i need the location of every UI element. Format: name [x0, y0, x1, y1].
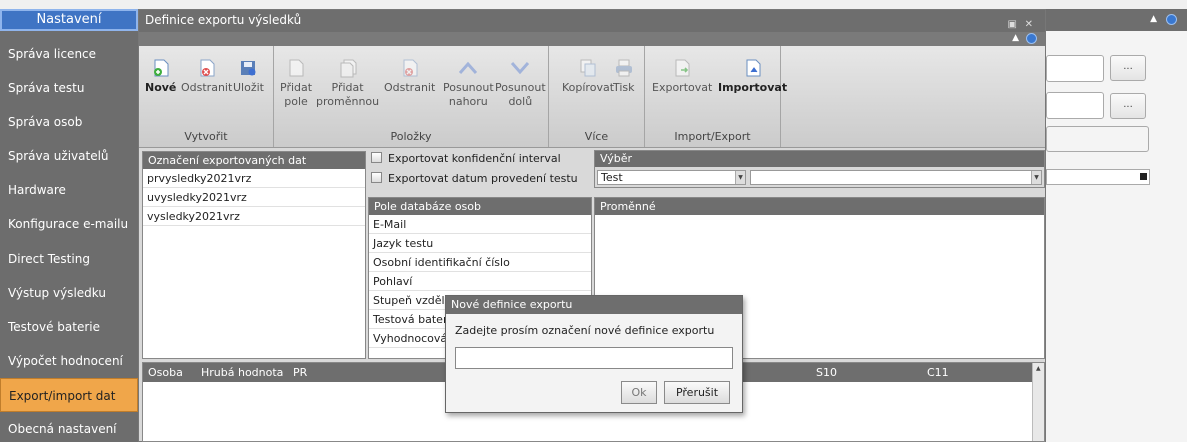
confidence-interval-checkbox[interactable]: Exportovat konfidenční interval [371, 151, 561, 167]
dropdown-arrow-icon: ▼ [735, 171, 745, 184]
list-item[interactable]: E-Mail [369, 215, 591, 234]
list-item[interactable]: Pohlaví [369, 272, 591, 291]
sidebar: Nastavení Správa licence Správa testu Sp… [0, 9, 138, 442]
collapse-icon[interactable]: ▲ [1150, 14, 1157, 24]
column-header-raw-score[interactable]: Hrubá hodnota [201, 363, 283, 382]
window-titlebar: Definice exportu výsledků ▣ ✕ [139, 10, 1045, 32]
combo-arrow-icon [1140, 173, 1147, 180]
background-combo[interactable] [1046, 169, 1150, 185]
group-title-items: Položky [390, 130, 432, 143]
printer-icon [615, 59, 632, 77]
copy-button[interactable]: Kopírovat [562, 58, 614, 95]
copy-icon [580, 59, 596, 77]
ribbon-group-more: Kopírovat Tisk Více [549, 46, 645, 147]
group-title-more: Více [584, 130, 609, 143]
sidebar-item-test-batteries[interactable]: Testové baterie [0, 310, 138, 344]
add-field-button[interactable]: Přidat pole [280, 58, 312, 109]
list-item[interactable]: prvysledky2021vrz [143, 169, 365, 188]
add-variable-button[interactable]: Přidat proměnnou [316, 58, 379, 109]
results-scrollbar[interactable]: ▲ [1032, 363, 1044, 441]
add-variable-icon [340, 59, 357, 78]
selection-panel: Výběr Test ▼ ▼ [594, 150, 1045, 188]
scroll-up-icon[interactable]: ▲ [1036, 365, 1041, 372]
column-header-c11[interactable]: C11 [927, 363, 949, 382]
new-document-icon [153, 59, 169, 77]
background-titlebar: ▲ [1040, 9, 1187, 31]
cancel-button[interactable]: Přerušit [664, 381, 730, 404]
browse-button-2[interactable]: ... [1110, 93, 1146, 119]
ribbon-group-import-export: Exportovat Importovat Import/Export [645, 46, 787, 147]
import-button[interactable]: Importovat [718, 58, 787, 95]
collapse-ribbon-icon[interactable]: ▲ [1012, 33, 1019, 43]
column-header-s10[interactable]: S10 [816, 363, 837, 382]
sidebar-item-direct-testing[interactable]: Direct Testing [0, 242, 138, 276]
sidebar-item-general[interactable]: Obecná nastavení [0, 412, 138, 442]
save-button[interactable]: Uložit [233, 58, 264, 95]
sidebar-item-scoring[interactable]: Výpočet hodnocení [0, 344, 138, 378]
export-button[interactable]: Exportovat [652, 58, 712, 95]
sidebar-header[interactable]: Nastavení [0, 9, 138, 31]
selection-value-dropdown[interactable]: ▼ [750, 170, 1042, 185]
background-field-1[interactable] [1046, 55, 1104, 82]
add-field-icon [289, 59, 304, 77]
sidebar-item-users[interactable]: Správa uživatelů [0, 139, 138, 173]
list-item[interactable]: Osobní identifikační číslo [369, 253, 591, 272]
column-header-person[interactable]: Osoba [148, 363, 183, 382]
background-button-wide[interactable] [1046, 126, 1149, 152]
export-definitions-panel: Označení exportovaných dat prvysledky202… [142, 151, 366, 359]
ribbon: Nové Odstranit Uložit Vytvořit Přidat po… [139, 46, 1045, 148]
export-icon [675, 59, 690, 77]
help-icon[interactable] [1166, 14, 1177, 25]
dialog-prompt: Zadejte prosím označení nové definice ex… [455, 324, 715, 337]
window-title: Definice exportu výsledků [145, 13, 302, 27]
column-header-pr[interactable]: PR [293, 363, 307, 382]
checkbox-icon [371, 172, 382, 183]
variables-header: Proměnné [595, 198, 1044, 215]
sidebar-item-test[interactable]: Správa testu [0, 71, 138, 105]
remove-item-button[interactable]: Odstranit [384, 58, 435, 95]
chevron-up-icon [459, 61, 478, 74]
definition-name-input[interactable] [455, 347, 733, 369]
sidebar-item-result-output[interactable]: Výstup výsledku [0, 276, 138, 310]
group-title-import-export: Import/Export [674, 130, 751, 143]
selection-header: Výběr [595, 151, 1044, 167]
new-button[interactable]: Nové [145, 58, 176, 95]
test-date-checkbox[interactable]: Exportovat datum provedení testu [371, 171, 578, 187]
list-item[interactable]: uvysledky2021vrz [143, 188, 365, 207]
delete-button[interactable]: Odstranit [181, 58, 232, 95]
top-strip [0, 0, 1187, 9]
db-fields-header: Pole databáze osob [369, 198, 591, 215]
sidebar-item-export-import[interactable]: Export/import dat [0, 377, 138, 413]
ribbon-group-items: Přidat pole Přidat proměnnou Odstranit P… [274, 46, 549, 147]
delete-document-icon [200, 59, 215, 77]
group-title-create: Vytvořit [184, 130, 228, 143]
help-icon[interactable] [1026, 33, 1037, 44]
import-icon [746, 59, 761, 77]
remove-item-icon [403, 59, 418, 77]
list-item[interactable]: vysledky2021vrz [143, 207, 365, 226]
export-definitions-header: Označení exportovaných dat [143, 152, 365, 169]
checkbox-icon [371, 152, 382, 163]
move-up-button[interactable]: Posunout nahoru [443, 58, 494, 109]
sidebar-item-hardware[interactable]: Hardware [0, 173, 138, 207]
sidebar-item-persons[interactable]: Správa osob [0, 105, 138, 139]
print-button[interactable]: Tisk [613, 58, 635, 95]
browse-button-1[interactable]: ... [1110, 55, 1146, 81]
save-icon [241, 61, 256, 76]
background-field-2[interactable] [1046, 92, 1104, 119]
ribbon-group-create: Nové Odstranit Uložit Vytvořit [139, 46, 274, 147]
move-down-button[interactable]: Posunout dolů [495, 58, 546, 109]
list-item[interactable]: Jazyk testu [369, 234, 591, 253]
sidebar-item-email[interactable]: Konfigurace e-mailu [0, 207, 138, 241]
ok-button[interactable]: Ok [621, 381, 657, 404]
dialog-title: Nové definice exportu [446, 296, 742, 314]
new-export-definition-dialog: Nové definice exportu Zadejte prosím ozn… [445, 295, 743, 413]
dropdown-arrow-icon: ▼ [1031, 171, 1041, 184]
chevron-down-icon [511, 62, 530, 75]
selection-type-dropdown[interactable]: Test ▼ [597, 170, 746, 185]
ribbon-toggle-bar: ▲ [139, 32, 1045, 46]
sidebar-item-license[interactable]: Správa licence [0, 37, 138, 71]
